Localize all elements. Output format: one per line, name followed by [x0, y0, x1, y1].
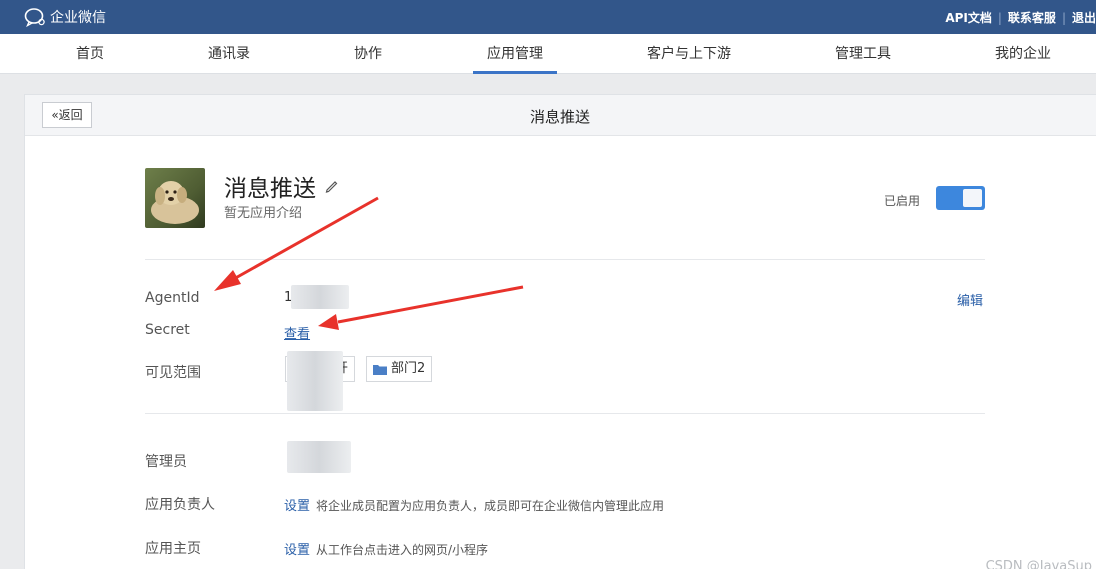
owner-row: 设置 将企业成员配置为应用负责人，成员即可在企业微信内管理此应用: [284, 495, 664, 514]
nav-item-contacts[interactable]: 通讯录: [208, 34, 250, 74]
agentid-label: AgentId: [145, 290, 200, 306]
nav-item-app-management[interactable]: 应用管理: [473, 34, 557, 74]
homepage-hint: 从工作台点击进入的网页/小程序: [316, 543, 489, 557]
divider: [145, 413, 985, 414]
separator: |: [1061, 10, 1066, 25]
scope-tag-label: 部门2: [391, 361, 426, 376]
admin-label: 管理员: [145, 454, 187, 470]
folder-icon: [373, 364, 387, 375]
panel-title: 消息推送: [530, 108, 591, 126]
owner-label: 应用负责人: [145, 497, 215, 513]
app-name-text: 消息推送: [224, 176, 316, 202]
contact-support-link[interactable]: 联系客服: [1008, 9, 1056, 26]
app-description: 暂无应用介绍: [224, 206, 303, 221]
nav-item-collaboration[interactable]: 协作: [354, 34, 382, 74]
top-bar: 企业微信 API文档 | 联系客服 | 退出: [0, 0, 1096, 34]
toggle-knob: [963, 189, 982, 207]
scope-label: 可见范围: [145, 365, 201, 381]
edit-link[interactable]: 编辑: [957, 290, 983, 309]
homepage-row: 设置 从工作台点击进入的网页/小程序: [284, 539, 488, 558]
app-name: 消息推送: [224, 169, 340, 203]
logout-link[interactable]: 退出: [1072, 9, 1096, 26]
brand-logo[interactable]: 企业微信: [24, 7, 106, 27]
secret-label: Secret: [145, 322, 190, 338]
owner-hint: 将企业成员配置为应用负责人，成员即可在企业微信内管理此应用: [316, 499, 665, 513]
main-nav: 首页 通讯录 协作 应用管理 客户与上下游 管理工具 我的企业: [0, 34, 1096, 74]
nav-item-admin-tools[interactable]: 管理工具: [835, 34, 891, 74]
homepage-label: 应用主页: [145, 541, 201, 557]
nav-item-home[interactable]: 首页: [76, 34, 104, 74]
view-secret-link[interactable]: 查看: [284, 323, 310, 342]
brand-name: 企业微信: [50, 10, 106, 26]
top-links: API文档 | 联系客服 | 退出: [945, 9, 1096, 26]
enable-toggle[interactable]: [936, 186, 985, 210]
edit-pencil-icon[interactable]: [324, 178, 340, 194]
redacted-admin: [287, 441, 351, 473]
redacted-scope: [287, 351, 343, 411]
scope-tag-department[interactable]: 部门2: [366, 356, 433, 382]
wecom-logo-icon: [24, 8, 45, 27]
homepage-setup-link[interactable]: 设置: [284, 543, 310, 558]
nav-item-customers[interactable]: 客户与上下游: [647, 34, 731, 74]
dog-photo-icon: [145, 168, 205, 228]
nav-item-my-enterprise[interactable]: 我的企业: [995, 34, 1051, 74]
enabled-label: 已启用: [884, 194, 921, 208]
back-button[interactable]: «返回: [42, 102, 92, 128]
app-detail-panel: «返回 消息推送 消息推送 暂无应用介绍 已启用 AgentId 1 编辑 Se…: [24, 94, 1096, 569]
app-avatar: [145, 168, 205, 228]
redacted-agentid: [291, 285, 349, 309]
panel-header: «返回 消息推送: [25, 95, 1096, 136]
separator: |: [997, 10, 1002, 25]
api-docs-link[interactable]: API文档: [945, 9, 992, 26]
watermark: CSDN @JavaSup: [985, 559, 1092, 569]
divider: [145, 259, 985, 260]
owner-setup-link[interactable]: 设置: [284, 499, 310, 514]
